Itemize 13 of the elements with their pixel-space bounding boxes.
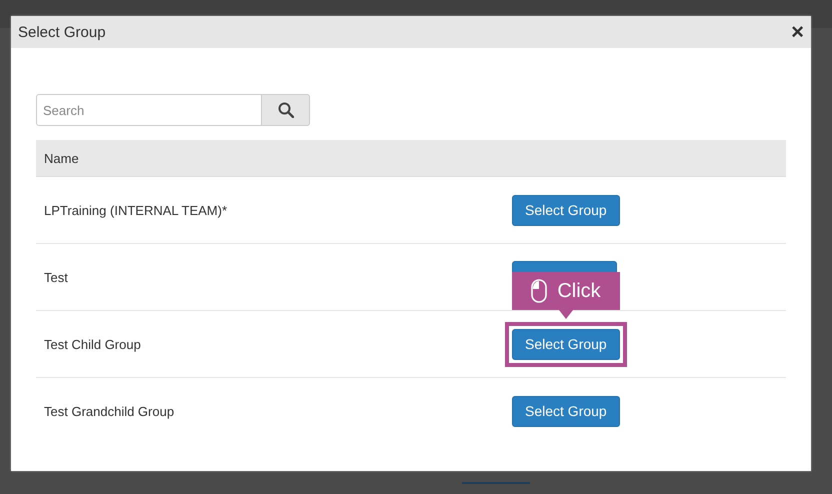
search-button[interactable]: [262, 94, 310, 126]
search-icon: [278, 102, 294, 118]
tab-underline: [462, 482, 530, 484]
close-button[interactable]: ×: [791, 21, 804, 43]
mouse-icon: [531, 279, 548, 303]
select-group-button[interactable]: Select Group: [512, 328, 620, 360]
table-cell: Test Grandchild Group: [36, 378, 514, 444]
column-header: Name: [36, 140, 514, 176]
click-tooltip: Click: [512, 272, 620, 319]
dialog-title: Select Group: [18, 24, 106, 40]
search-field[interactable]: Search: [36, 94, 262, 126]
select-group-button[interactable]: Select Group: [512, 396, 620, 426]
select-group-button[interactable]: Select Group: [512, 194, 620, 226]
